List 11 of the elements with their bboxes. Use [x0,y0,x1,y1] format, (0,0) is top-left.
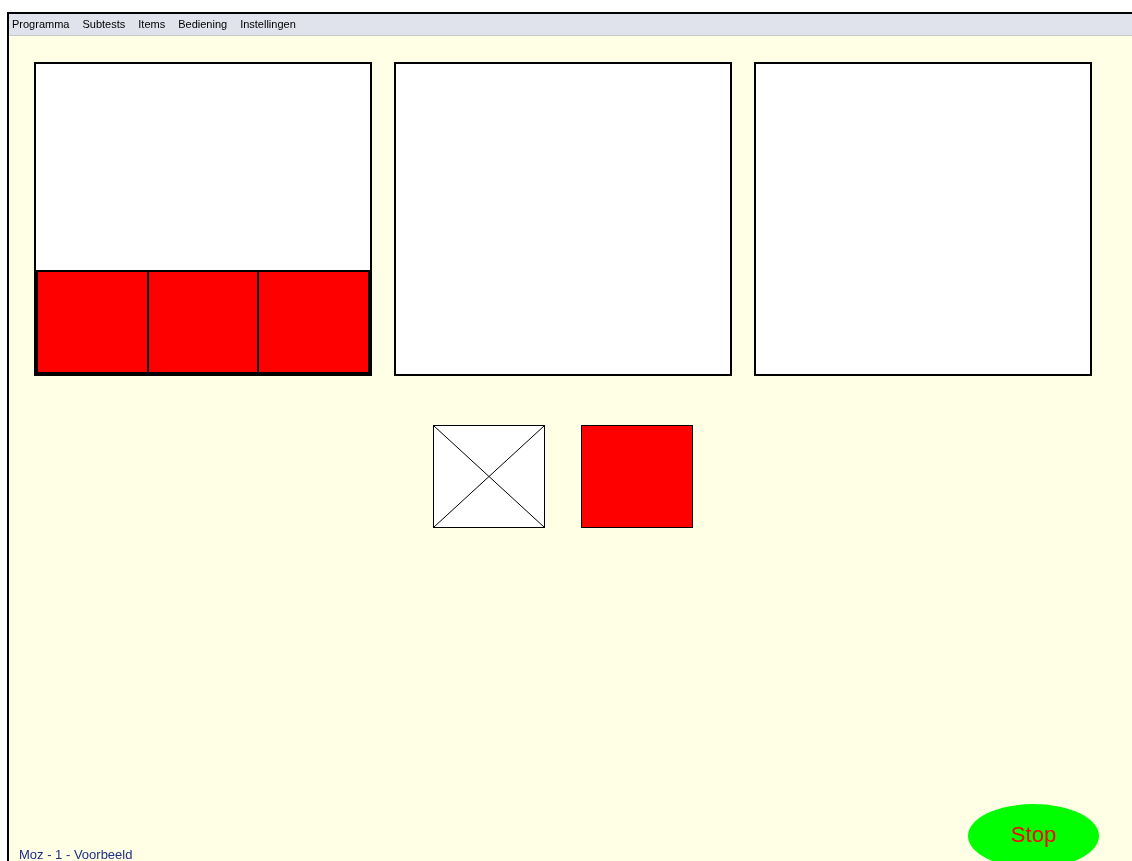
menu-item[interactable]: Instellingen [240,16,296,33]
menu-item[interactable]: Bediening [178,16,228,33]
picture-panel[interactable] [394,62,732,376]
picture-panel[interactable] [34,62,372,376]
empty-choice[interactable] [433,425,545,528]
block-choice[interactable] [581,425,693,528]
menu-item[interactable]: Subtests [82,16,126,33]
menu-item[interactable]: Items [138,16,166,33]
status-text: Moz - 1 - Voorbeeld [19,845,133,861]
picture-panel[interactable] [754,62,1092,376]
menu-item[interactable]: Programma [12,16,70,33]
